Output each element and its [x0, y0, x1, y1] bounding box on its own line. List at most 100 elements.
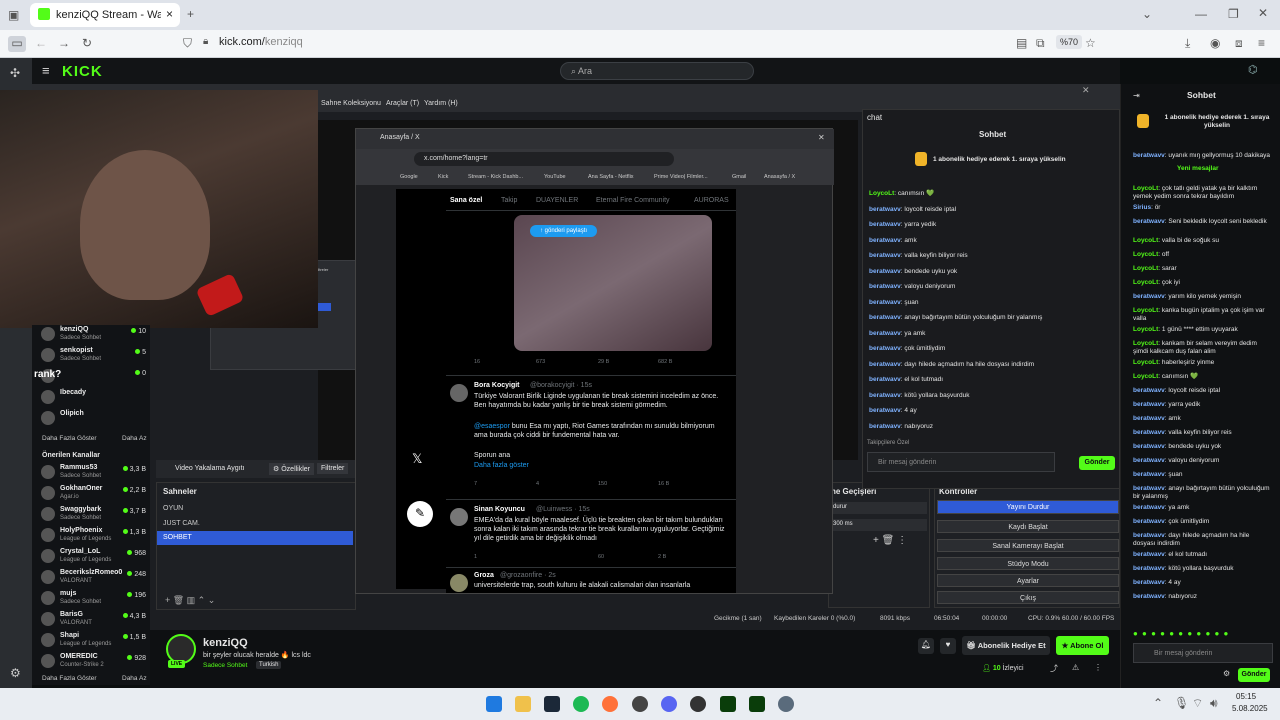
report-icon[interactable]: ⚠ [1072, 663, 1079, 672]
back-icon[interactable]: ← [35, 36, 47, 50]
kick-app-icon[interactable] [720, 696, 736, 712]
recommended-item[interactable]: HolyPhoenix League of Legends 1,3 B [38, 526, 150, 546]
discord-icon[interactable] [661, 696, 677, 712]
minimize-icon[interactable]: — [1195, 7, 1207, 21]
shield-icon[interactable]: ⛉ [183, 36, 192, 51]
show-less-1[interactable]: Daha Az [122, 435, 147, 442]
followed-item[interactable]: senkopist Sadece Sohbet 5 [38, 346, 150, 366]
reload-icon[interactable]: ↻ [82, 36, 92, 50]
firefox-icon[interactable] [602, 696, 618, 712]
chat-username[interactable]: beratwavv [1133, 532, 1165, 539]
menu-icon[interactable]: ≡ [1258, 36, 1265, 50]
chat-input[interactable]: Bir mesaj gönderin [1133, 643, 1273, 663]
sidebar-settings-icon[interactable]: ⚙ [10, 666, 21, 680]
heart-icon[interactable]: ♥ [940, 638, 956, 654]
followed-item[interactable]: Olipich [38, 409, 150, 429]
chat-username[interactable]: LoycoLt [1133, 279, 1158, 286]
stream-language[interactable]: Turkish [256, 661, 282, 669]
followed-item[interactable]: kenziQQ Sadece Sohbet 10 [38, 325, 150, 345]
chat-username[interactable]: beratwavv [1133, 152, 1165, 159]
chat-username[interactable]: beratwavv [1133, 387, 1165, 394]
notification-icon[interactable]: ⌬ [1248, 63, 1258, 76]
start-icon[interactable] [486, 696, 502, 712]
more-icon[interactable]: ⋮ [1094, 663, 1102, 672]
recommended-item[interactable]: Shapi League of Legends 1,5 B [38, 631, 150, 651]
extensions-icon[interactable]: ⧈ [1235, 36, 1243, 51]
screenshot-icon[interactable]: ⧉ [1036, 36, 1045, 51]
chat-send-button[interactable]: Gönder [1238, 668, 1270, 682]
sidebar-toggle-icon[interactable]: ▭ [8, 36, 26, 52]
chat-username[interactable]: beratwavv [1133, 457, 1165, 464]
recommended-item[interactable]: GokhanOner Agar.io 2,2 B [38, 484, 150, 504]
chat-username[interactable]: LoycoLt [1133, 340, 1158, 347]
search-input[interactable]: ⌕ Ara [560, 62, 754, 80]
chat-username[interactable]: beratwavv [1133, 401, 1165, 408]
recommended-item[interactable]: OMEREDIC Counter-Strike 2 928 [38, 652, 150, 672]
close-tab-icon[interactable]: × [166, 7, 173, 21]
recommended-item[interactable]: mujs Sadece Sohbet 196 [38, 589, 150, 609]
chat-username[interactable]: beratwavv [1133, 518, 1165, 525]
show-less-2[interactable]: Daha Az [122, 675, 147, 682]
bell-icon[interactable]: 🔔︎ [918, 638, 934, 654]
chat-username[interactable]: beratwavv [1133, 593, 1165, 600]
clock-time[interactable]: 05:15 [1236, 692, 1256, 701]
chat-username[interactable]: beratwavv [1133, 565, 1165, 572]
account-icon[interactable]: ◉ [1210, 36, 1220, 50]
recommended-item[interactable]: BecerikslzRomeo0 VALORANT 248 [38, 568, 150, 588]
chat-username[interactable]: LoycoLt [1133, 373, 1158, 380]
kick-logo[interactable]: KICK [62, 63, 103, 80]
restore-icon[interactable]: ❐ [1228, 7, 1239, 21]
streamer-name[interactable]: kenziQQ [203, 637, 248, 649]
lock-icon[interactable]: 🔒︎ [203, 36, 208, 47]
emote-row[interactable]: ● ● ● ● ● ● ● ● ● ● ● [1133, 629, 1273, 639]
followed-item[interactable]: Ibecady [38, 388, 150, 408]
mic-icon[interactable]: 🎙︎ [1174, 696, 1189, 710]
tab-overview-icon[interactable]: ▣ [8, 8, 19, 22]
address-field[interactable]: kick.com/kenziqq [219, 36, 303, 48]
show-more-1[interactable]: Daha Fazla Göster [42, 435, 97, 442]
chat-username[interactable]: beratwavv [1133, 485, 1165, 492]
obs-icon[interactable] [632, 696, 648, 712]
recommended-item[interactable]: BarisG VALORANT 4,3 B [38, 610, 150, 630]
forward-icon[interactable]: → [58, 36, 70, 50]
chat-username[interactable]: beratwavv [1133, 579, 1165, 586]
volume-icon[interactable]: 🔊︎ [1210, 696, 1218, 711]
reader-icon[interactable]: ▤ [1016, 36, 1027, 50]
bookmark-star-icon[interactable]: ☆ [1085, 36, 1096, 50]
close-window-icon[interactable]: ✕ [1258, 6, 1268, 20]
chat-username[interactable]: beratwavv [1133, 551, 1165, 558]
subscribe-button[interactable]: ★ Abone Ol [1056, 636, 1109, 655]
hamburger-icon[interactable]: ≡ [42, 63, 50, 78]
chat-username[interactable]: Sirius [1133, 204, 1151, 211]
app-icon[interactable] [690, 696, 706, 712]
chat-username[interactable]: LoycoLt [1133, 326, 1158, 333]
wifi-icon[interactable]: ⌔ [1192, 696, 1203, 711]
chat-username[interactable]: LoycoLt [1133, 237, 1158, 244]
recommended-item[interactable]: Crystal_LoL League of Legends 968 [38, 547, 150, 567]
steam-icon[interactable] [544, 696, 560, 712]
tab-list-chevron-icon[interactable]: ⌄ [1142, 7, 1152, 21]
spotify-icon[interactable] [573, 696, 589, 712]
chat-username[interactable]: beratwavv [1133, 471, 1165, 478]
chat-username[interactable]: beratwavv [1133, 293, 1165, 300]
tray-chevron-icon[interactable]: ⌃ [1153, 696, 1163, 710]
chat-username[interactable]: LoycoLt [1133, 251, 1158, 258]
chat-gift-banner[interactable]: 1 abonelik hediye ederek 1. sıraya yükse… [1157, 114, 1277, 130]
chat-settings-icon[interactable]: ⚙ [1223, 669, 1230, 678]
share-icon[interactable]: ⤴ [1050, 663, 1058, 674]
chat-username[interactable]: beratwavv [1133, 218, 1165, 225]
chat-username[interactable]: beratwavv [1133, 504, 1165, 511]
kick-app2-icon[interactable] [749, 696, 765, 712]
stream-category[interactable]: Sadece Sohbet [203, 662, 247, 669]
recommended-item[interactable]: Swaggybark Sadece Sohbet 3,7 B [38, 505, 150, 525]
show-more-2[interactable]: Daha Fazla Göster [42, 675, 97, 682]
chat-username[interactable]: LoycoLt [1133, 185, 1158, 192]
chat-username[interactable]: beratwavv [1133, 429, 1165, 436]
new-tab-icon[interactable]: + [187, 7, 194, 21]
download-icon[interactable]: ⤓ [1185, 36, 1190, 51]
gift-sub-button[interactable]: 🎁︎ Abonelik Hediye Et [962, 636, 1050, 655]
collapse-chat-icon[interactable]: ⇥ [1133, 91, 1140, 100]
chat-username[interactable]: LoycoLt [1133, 359, 1158, 366]
sidebar-tool-icon[interactable]: ✣ [10, 66, 20, 80]
chat-username[interactable]: LoycoLt [1133, 265, 1158, 272]
